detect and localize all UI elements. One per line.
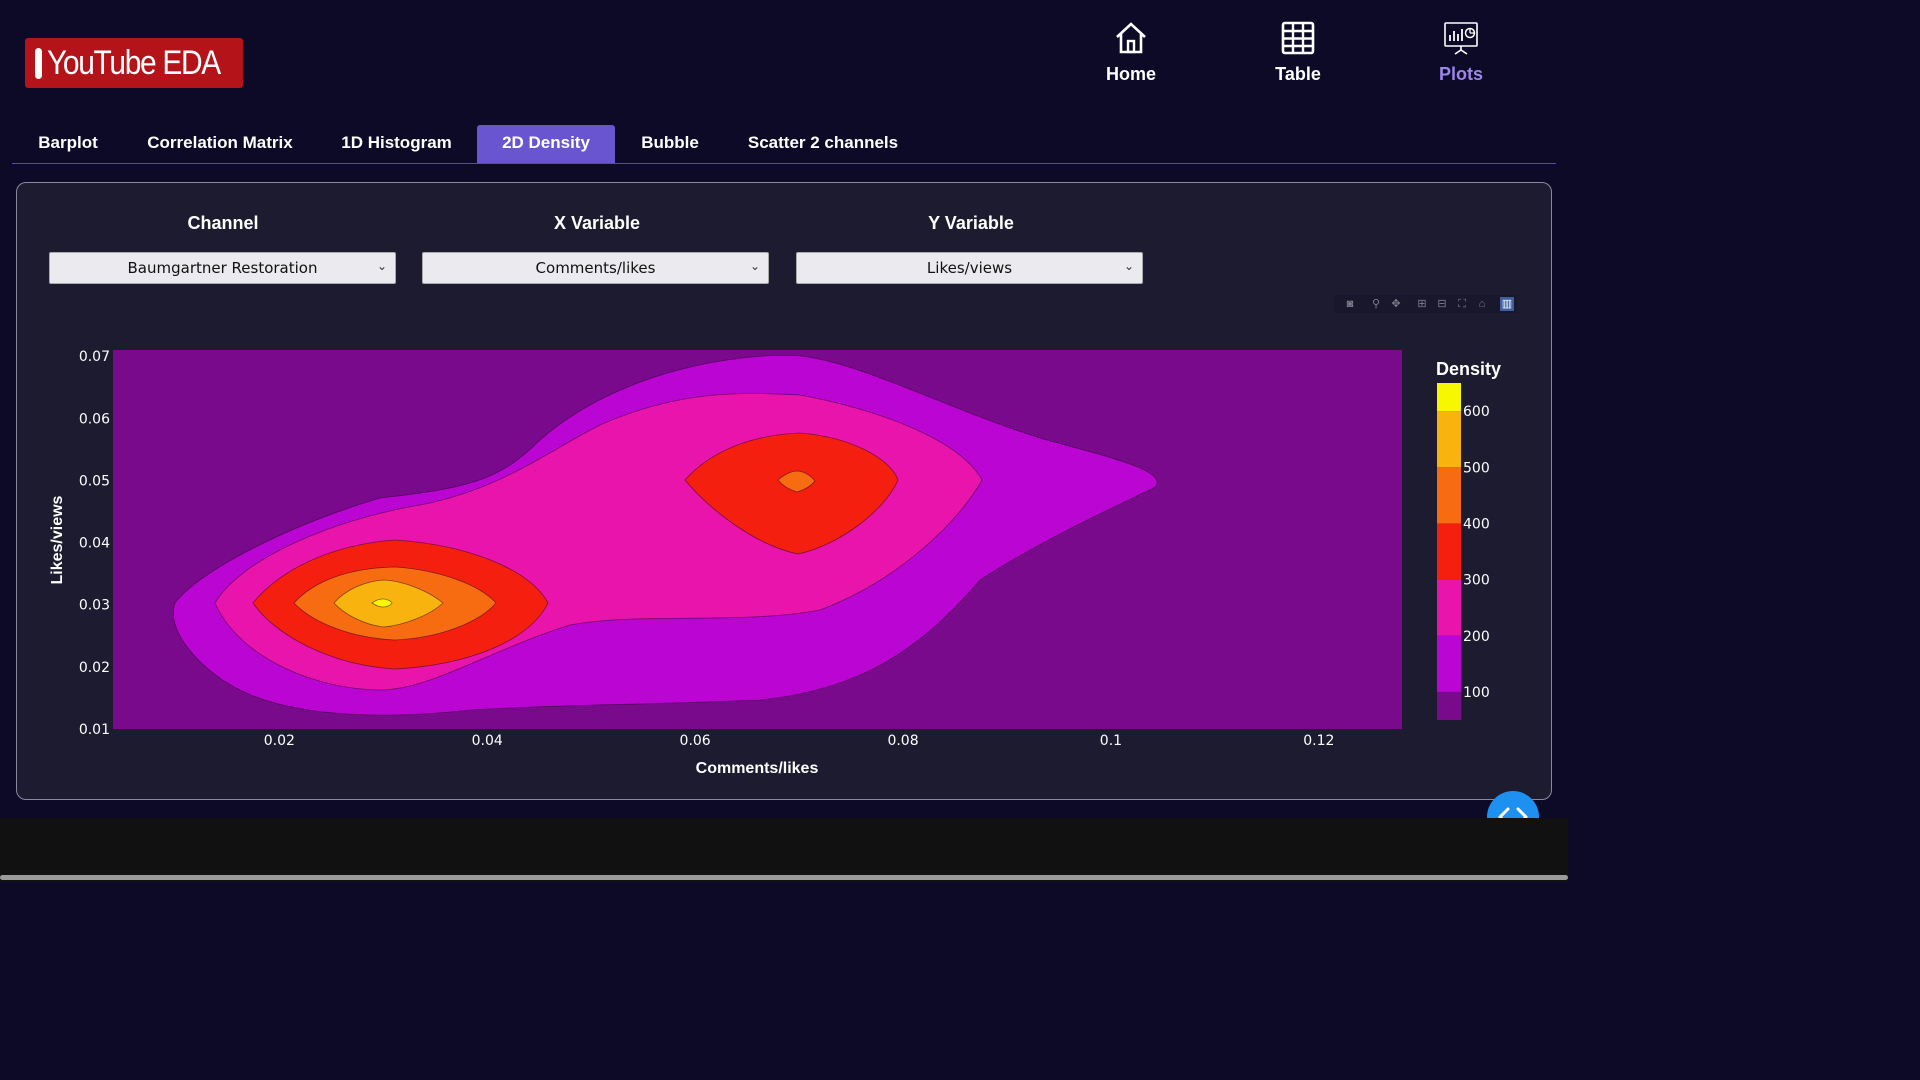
- youtube-eda-logo[interactable]: YouTube EDA: [25, 38, 243, 88]
- x-variable-label: X Variable: [553, 213, 641, 233]
- logo-text: YouTube EDA: [46, 43, 221, 82]
- autoscale-icon[interactable]: ⛶: [1455, 297, 1469, 311]
- plotly-logo-icon[interactable]: ▥: [1500, 297, 1514, 311]
- nav-home[interactable]: Home: [1081, 20, 1181, 85]
- y-variable-select-value: Likes/views: [926, 259, 1013, 277]
- presentation-chart-icon: [1444, 22, 1478, 55]
- reset-axes-icon[interactable]: ⌂: [1475, 297, 1489, 311]
- channel-label: Channel: [187, 213, 259, 233]
- y-variable-label: Y Variable: [928, 213, 1014, 233]
- table-icon: [1281, 21, 1315, 55]
- y-variable-select[interactable]: Likes/views ⌄: [796, 252, 1143, 284]
- tab-bubble[interactable]: Bubble: [628, 125, 712, 163]
- youtube-play-icon: [35, 47, 63, 79]
- channel-select-value: Baumgartner Restoration: [127, 259, 318, 277]
- tab-barplot[interactable]: Barplot: [23, 125, 113, 163]
- channel-select[interactable]: Baumgartner Restoration ⌄: [49, 252, 396, 284]
- page-footer-area: [0, 818, 1568, 882]
- chevron-down-icon: ⌄: [749, 259, 760, 273]
- tab-1d-histogram[interactable]: 1D Histogram: [329, 125, 464, 163]
- home-icon: [1116, 22, 1146, 54]
- nav-home-label: Home: [1105, 64, 1156, 84]
- plot-modebar: ◙ ⚲ ✥ ⊞ ⊟ ⛶ ⌂ ▥: [1334, 295, 1517, 313]
- tab-correlation-matrix[interactable]: Correlation Matrix: [133, 125, 307, 163]
- x-variable-select-value: Comments/likes: [535, 259, 656, 277]
- zoom-icon[interactable]: ⚲: [1369, 297, 1383, 311]
- tab-2d-density[interactable]: 2D Density: [477, 125, 615, 163]
- horizontal-scrollbar[interactable]: [0, 875, 1568, 880]
- x-variable-select[interactable]: Comments/likes ⌄: [422, 252, 769, 284]
- plot-tabs: Barplot Correlation Matrix 1D Histogram …: [12, 125, 1556, 164]
- nav-table-label: Table: [1275, 64, 1321, 84]
- zoom-in-icon[interactable]: ⊞: [1415, 297, 1429, 311]
- camera-icon[interactable]: ◙: [1343, 297, 1357, 311]
- tab-scatter-2-channels[interactable]: Scatter 2 channels: [737, 125, 909, 163]
- pan-icon[interactable]: ✥: [1389, 297, 1403, 311]
- nav-plots-label: Plots: [1438, 64, 1483, 84]
- chevron-down-icon: ⌄: [1123, 259, 1134, 273]
- nav-table[interactable]: Table: [1248, 20, 1348, 85]
- zoom-out-icon[interactable]: ⊟: [1435, 297, 1449, 311]
- chevron-down-icon: ⌄: [376, 259, 387, 273]
- nav-plots[interactable]: Plots: [1411, 20, 1511, 85]
